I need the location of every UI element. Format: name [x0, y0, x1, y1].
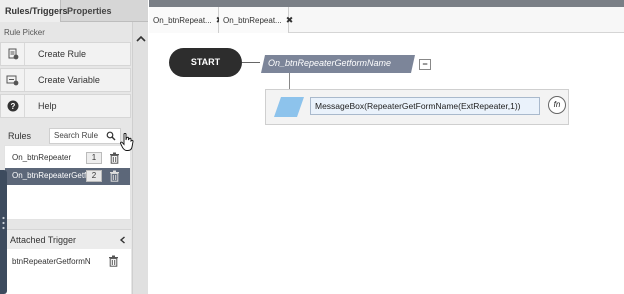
action-block[interactable]: MessageBox(RepeaterGetFormName(ExtRepeat… — [265, 89, 569, 125]
search-icon[interactable] — [106, 131, 116, 141]
rules-list: On_btnRepeater 1 On_btnRepeaterGetfo 2 — [4, 145, 131, 220]
attached-trigger-title: Attached Trigger — [10, 235, 77, 245]
help-icon: ? — [1, 95, 25, 117]
chevron-left-icon[interactable] — [119, 236, 127, 244]
tab-rules-triggers[interactable]: Rules/Triggers — [0, 0, 68, 22]
chevron-up-icon[interactable] — [136, 34, 146, 44]
trash-icon[interactable] — [109, 170, 120, 182]
close-icon[interactable]: ✖ — [286, 15, 294, 26]
rule-row-selected[interactable]: On_btnRepeaterGetfo 2 — [5, 168, 130, 185]
top-strip — [149, 0, 624, 7]
rules-header: Rules Search Rule — [4, 127, 131, 145]
help-button[interactable]: ? Help — [0, 94, 131, 118]
trigger-name: btnRepeaterGetformN — [12, 257, 91, 266]
rule-name: On_btnRepeaterGetfo — [12, 171, 86, 180]
trash-icon[interactable] — [108, 255, 119, 267]
editor-tab-label: On_btnRepeat... — [153, 15, 212, 25]
create-variable-button[interactable]: Create Variable — [0, 68, 131, 92]
rule-count-badge: 1 — [86, 152, 102, 164]
rule-name-node[interactable]: On_btnRepeaterGetformName — [261, 55, 415, 73]
trash-icon[interactable] — [109, 152, 120, 164]
collapse-button[interactable]: − — [419, 59, 431, 70]
help-label: Help — [38, 101, 57, 111]
create-variable-label: Create Variable — [38, 75, 100, 85]
rule-name-text: On_btnRepeaterGetformName — [268, 58, 392, 68]
attached-trigger-header[interactable]: Attached Trigger — [4, 229, 131, 249]
left-panel: Rules/Triggers Properties Rule Picker Cr… — [0, 0, 148, 294]
panel-tabs: Rules/Triggers Properties — [0, 0, 148, 22]
rule-picker-title: Rule Picker — [4, 28, 45, 37]
tab-properties[interactable]: Properties — [62, 0, 132, 22]
panel-scrollbar[interactable] — [132, 22, 148, 294]
editor-tab-label: On_btnRepeat... — [223, 15, 282, 25]
connector-line — [242, 62, 260, 63]
action-expression[interactable]: MessageBox(RepeaterGetFormName(ExtRepeat… — [310, 97, 540, 115]
create-rule-button[interactable]: Create Rule — [0, 42, 131, 66]
svg-text:?: ? — [10, 102, 15, 111]
create-variable-icon — [1, 69, 25, 91]
attached-trigger-list: btnRepeaterGetformN — [4, 249, 131, 294]
rule-row[interactable]: On_btnRepeater 1 — [5, 150, 130, 167]
editor-tab-1[interactable]: On_btnRepeat... ✖ — [149, 7, 223, 33]
start-node[interactable]: START — [169, 48, 242, 77]
grip-dots-icon — [2, 216, 5, 230]
function-button[interactable]: fn — [548, 96, 566, 114]
rule-editor-canvas: On_btnRepeat... ✖ On_btnRepeat... ✖ STAR… — [149, 0, 624, 294]
search-rule-input[interactable]: Search Rule — [49, 128, 121, 144]
hand-cursor-icon — [120, 133, 134, 151]
editor-tab-2[interactable]: On_btnRepeat... ✖ — [219, 7, 293, 33]
side-panel-handle[interactable] — [0, 170, 7, 294]
action-parallelogram — [274, 97, 304, 117]
rules-title: Rules — [8, 131, 32, 141]
rule-count-badge: 2 — [86, 170, 102, 182]
create-rule-icon — [1, 43, 25, 65]
create-rule-label: Create Rule — [38, 49, 87, 59]
connector-line — [289, 73, 290, 89]
search-rule-label: Search Rule — [54, 131, 99, 140]
rule-name: On_btnRepeater — [12, 153, 72, 162]
editor-tabs: On_btnRepeat... ✖ On_btnRepeat... ✖ — [149, 7, 624, 33]
